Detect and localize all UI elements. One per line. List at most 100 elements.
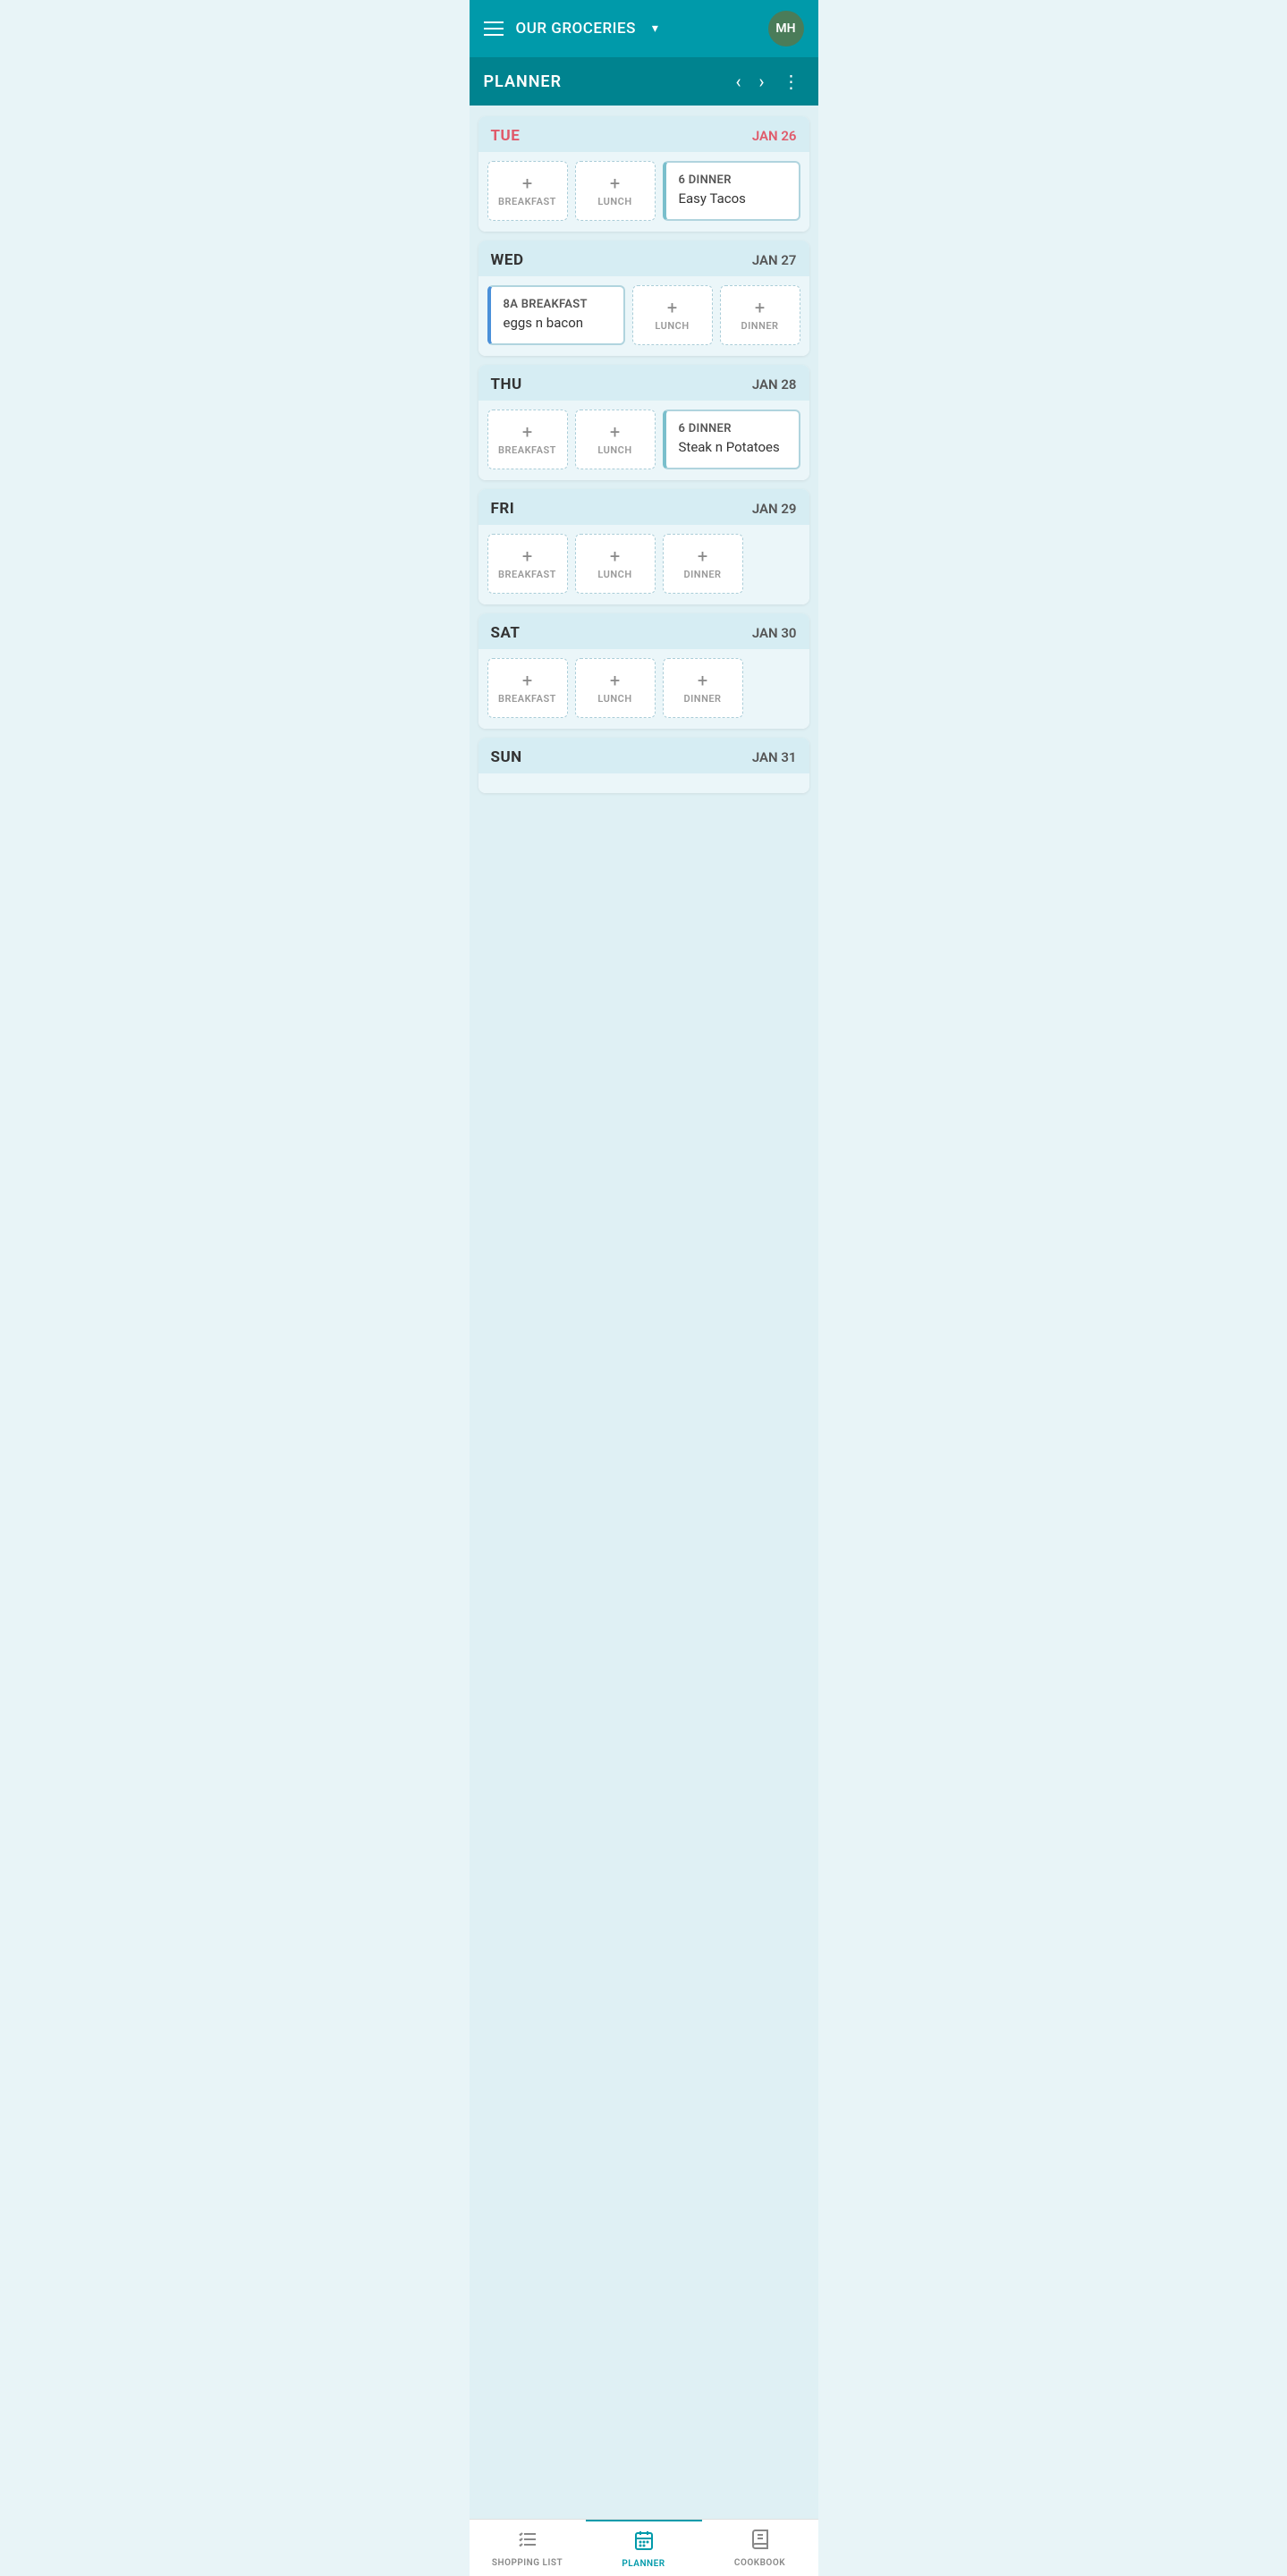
plus-icon: + — [610, 671, 620, 689]
meal-label: LUNCH — [655, 320, 689, 332]
add-breakfast-fri[interactable]: + BREAKFAST — [487, 534, 568, 594]
plus-icon: + — [698, 671, 707, 689]
nav-cookbook-label: COOKBOOK — [734, 2558, 785, 2568]
hamburger-menu-button[interactable] — [484, 21, 504, 36]
nav-shopping-list-label: SHOPPING LIST — [492, 2558, 563, 2568]
day-name-thu: THU — [491, 376, 522, 393]
day-name-sun: SUN — [491, 748, 522, 766]
day-name-sat: SAT — [491, 624, 521, 642]
day-card-fri: FRI JAN 29 + BREAKFAST + LUNCH + DINNER — [478, 489, 809, 604]
day-header-sat: SAT JAN 30 — [478, 613, 809, 649]
day-card-sun: SUN JAN 31 — [478, 738, 809, 793]
meal-label: LUNCH — [597, 693, 631, 705]
day-header-wed: WED JAN 27 — [478, 241, 809, 276]
day-name-tue: TUE — [491, 127, 521, 145]
meal-time-label: 6 DINNER — [679, 422, 786, 435]
meal-label: DINNER — [741, 320, 778, 332]
avatar[interactable]: MH — [768, 11, 804, 46]
nav-planner[interactable]: PLANNER — [586, 2520, 702, 2576]
day-meals-sat: + BREAKFAST + LUNCH + DINNER — [478, 649, 809, 729]
plus-icon: + — [610, 174, 620, 192]
day-card-thu: THU JAN 28 + BREAKFAST + LUNCH 6 DINNER … — [478, 365, 809, 480]
add-lunch-sat[interactable]: + LUNCH — [575, 658, 656, 718]
day-name-wed: WED — [491, 251, 524, 269]
more-options-button[interactable]: ⋮ — [779, 67, 804, 96]
meal-name: Easy Tacos — [679, 190, 786, 207]
add-dinner-fri[interactable]: + DINNER — [663, 534, 743, 594]
plus-icon: + — [522, 547, 532, 565]
plus-icon: + — [522, 174, 532, 192]
meal-label: BREAKFAST — [498, 693, 556, 705]
day-meals-wed: 8A BREAKFAST eggs n bacon + LUNCH + DINN… — [478, 276, 809, 356]
day-date-thu: JAN 28 — [752, 376, 797, 393]
breakfast-card-wed[interactable]: 8A BREAKFAST eggs n bacon — [487, 285, 625, 345]
planner-title: PLANNER — [484, 72, 563, 91]
day-date-wed: JAN 27 — [752, 252, 797, 268]
app-bar: OUR GROCERIES ▾ MH — [470, 0, 818, 57]
add-lunch-wed[interactable]: + LUNCH — [632, 285, 713, 345]
plus-icon: + — [667, 299, 677, 317]
dinner-card-tue[interactable]: 6 DINNER Easy Tacos — [663, 161, 800, 221]
planner-icon — [633, 2530, 655, 2556]
add-dinner-sat[interactable]: + DINNER — [663, 658, 743, 718]
plus-icon: + — [522, 671, 532, 689]
plus-icon: + — [522, 423, 532, 441]
day-card-wed: WED JAN 27 8A BREAKFAST eggs n bacon + L… — [478, 241, 809, 356]
plus-icon: + — [610, 423, 620, 441]
day-header-sun: SUN JAN 31 — [478, 738, 809, 773]
prev-week-button[interactable]: ‹ — [732, 67, 744, 96]
sub-header: PLANNER ‹ › ⋮ — [470, 57, 818, 106]
add-breakfast-thu[interactable]: + BREAKFAST — [487, 410, 568, 469]
meal-label: LUNCH — [597, 444, 631, 456]
meal-label: LUNCH — [597, 569, 631, 580]
add-breakfast-sat[interactable]: + BREAKFAST — [487, 658, 568, 718]
sub-header-actions: ‹ › ⋮ — [732, 67, 803, 96]
add-lunch-tue[interactable]: + LUNCH — [575, 161, 656, 221]
planner-content: TUE JAN 26 + BREAKFAST + LUNCH 6 DINNER … — [470, 106, 818, 2576]
add-lunch-thu[interactable]: + LUNCH — [575, 410, 656, 469]
plus-icon: + — [755, 299, 765, 317]
app-bar-left: OUR GROCERIES ▾ — [484, 20, 658, 38]
meal-label: DINNER — [683, 569, 721, 580]
cookbook-icon — [749, 2529, 771, 2555]
meal-label: DINNER — [683, 693, 721, 705]
meal-time-label: 6 DINNER — [679, 173, 786, 187]
day-header-thu: THU JAN 28 — [478, 365, 809, 401]
day-card-sat: SAT JAN 30 + BREAKFAST + LUNCH + DINNER — [478, 613, 809, 729]
hamburger-line-1 — [484, 21, 504, 23]
day-date-tue: JAN 26 — [752, 128, 797, 144]
day-date-sun: JAN 31 — [752, 749, 797, 765]
meal-label: LUNCH — [597, 196, 631, 207]
meal-name: eggs n bacon — [504, 315, 611, 331]
meal-label: BREAKFAST — [498, 444, 556, 456]
app-title: OUR GROCERIES — [516, 20, 636, 38]
bottom-nav: SHOPPING LIST PLANNER — [470, 2519, 818, 2576]
dropdown-arrow-icon[interactable]: ▾ — [652, 21, 658, 36]
meal-name: Steak n Potatoes — [679, 439, 786, 455]
meal-time-label: 8A BREAKFAST — [504, 298, 611, 311]
shopping-list-icon — [517, 2529, 538, 2555]
add-dinner-wed[interactable]: + DINNER — [720, 285, 800, 345]
day-header-fri: FRI JAN 29 — [478, 489, 809, 525]
day-header-tue: TUE JAN 26 — [478, 116, 809, 152]
day-date-sat: JAN 30 — [752, 625, 797, 641]
day-meals-thu: + BREAKFAST + LUNCH 6 DINNER Steak n Pot… — [478, 401, 809, 480]
day-card-tue: TUE JAN 26 + BREAKFAST + LUNCH 6 DINNER … — [478, 116, 809, 232]
plus-icon: + — [610, 547, 620, 565]
day-date-fri: JAN 29 — [752, 501, 797, 517]
nav-shopping-list[interactable]: SHOPPING LIST — [470, 2520, 586, 2576]
day-meals-tue: + BREAKFAST + LUNCH 6 DINNER Easy Tacos — [478, 152, 809, 232]
day-name-fri: FRI — [491, 500, 515, 518]
add-lunch-fri[interactable]: + LUNCH — [575, 534, 656, 594]
add-breakfast-tue[interactable]: + BREAKFAST — [487, 161, 568, 221]
next-week-button[interactable]: › — [755, 67, 767, 96]
hamburger-line-2 — [484, 28, 504, 30]
hamburger-line-3 — [484, 34, 504, 36]
nav-planner-label: PLANNER — [622, 2559, 665, 2569]
meal-label: BREAKFAST — [498, 569, 556, 580]
dinner-card-thu[interactable]: 6 DINNER Steak n Potatoes — [663, 410, 800, 469]
nav-cookbook[interactable]: COOKBOOK — [702, 2520, 818, 2576]
day-meals-sun — [478, 773, 809, 793]
meal-label: BREAKFAST — [498, 196, 556, 207]
plus-icon: + — [698, 547, 707, 565]
